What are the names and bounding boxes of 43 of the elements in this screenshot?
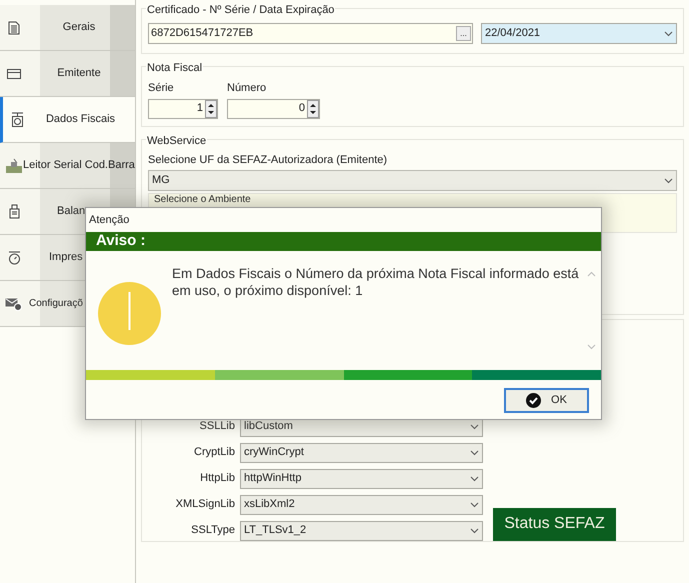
spin-arrows-icon[interactable]	[307, 100, 319, 118]
uf-dropdown[interactable]: MG	[148, 170, 677, 191]
chevron-down-icon	[470, 502, 479, 508]
field-label: HttpLib	[199, 471, 235, 486]
sidebar-tab[interactable]: Dados Fiscais	[0, 97, 135, 143]
chevron-down-icon	[664, 30, 673, 36]
browse-button[interactable]: ...	[456, 26, 471, 41]
scale-icon	[8, 250, 20, 264]
sidebar-tab[interactable]: Emitente	[0, 51, 135, 97]
field-label: Selecione o Ambiente	[154, 194, 251, 205]
dropdown[interactable]: cryWinCrypt	[240, 442, 483, 462]
warning-icon	[98, 282, 160, 345]
check-icon	[526, 393, 542, 408]
number-spinner[interactable]: 1	[148, 98, 218, 118]
number-spinner[interactable]: 0	[227, 98, 320, 118]
dialog-message: Em Dados Fiscais o Número da próxima Nota Fiscal informado está em uso, o próximo disponível: 1	[172, 265, 580, 300]
chevron-down-icon	[664, 178, 673, 184]
field-label: SSLLib	[198, 419, 235, 434]
field-label: CryptLib	[193, 445, 235, 460]
date-dropdown[interactable]: 22/04/2021	[481, 23, 677, 44]
document-icon	[8, 20, 20, 34]
status-sefaz-button[interactable]: Status SEFAZ	[493, 508, 616, 540]
chevron-down-icon	[470, 528, 479, 534]
dropdown[interactable]: LT_TLSv1_2	[240, 520, 483, 540]
sidebar-tab[interactable]: Leitor Serial Cod.Barra	[0, 143, 135, 189]
group-title: Certificado - Nº Série / Data Expiração	[146, 2, 336, 18]
chevron-down-icon	[470, 450, 479, 456]
field-label: Selecione UF da SEFAZ-Autorizadora (Emitente)	[148, 152, 388, 168]
chevron-down-icon	[470, 424, 479, 430]
dropdown[interactable]: xsLibXml2	[240, 494, 483, 514]
card-icon	[7, 68, 21, 78]
dialog-title: Atenção	[88, 212, 130, 228]
ok-button[interactable]: OK	[504, 388, 589, 413]
serial-field[interactable]: 6872D615471727EB ...	[148, 23, 473, 44]
chevron-down-icon	[470, 476, 479, 482]
spin-arrows-icon[interactable]	[205, 100, 217, 118]
scale-icon	[10, 112, 24, 127]
field-label: Número	[227, 81, 268, 96]
sidebar-tab[interactable]: Gerais	[0, 5, 135, 51]
field-label: SSLType	[190, 523, 235, 538]
field-label: Série	[148, 81, 175, 96]
dropdown[interactable]: httpWinHttp	[240, 468, 483, 488]
field-label: XMLSignLib	[174, 497, 235, 512]
